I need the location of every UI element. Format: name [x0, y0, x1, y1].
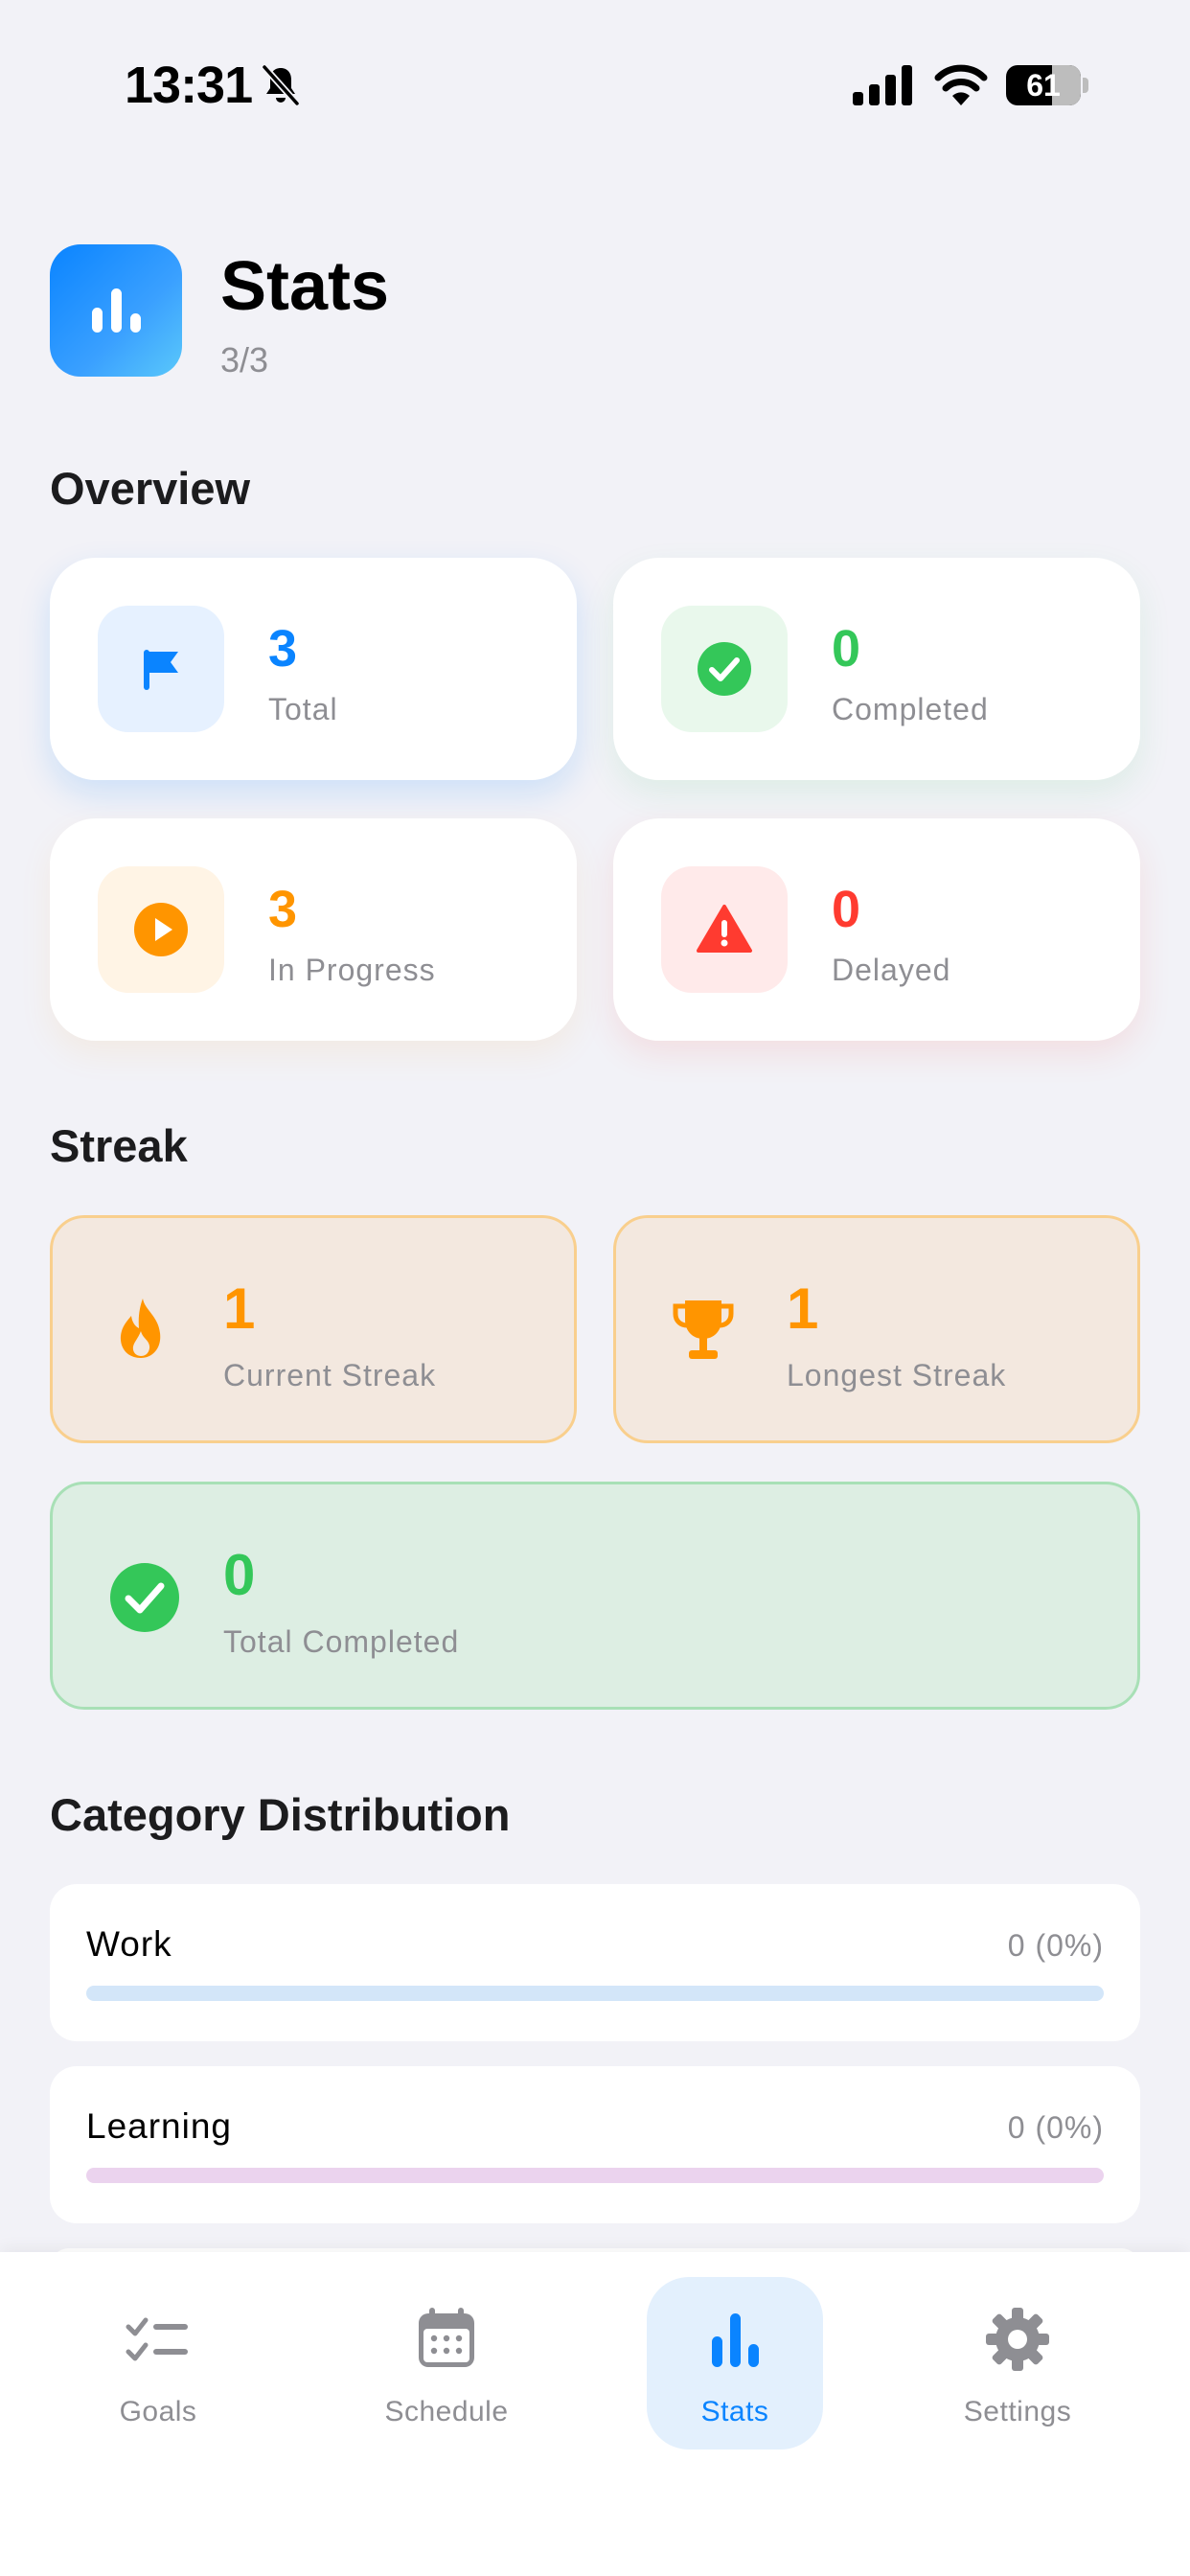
tab-goals[interactable]: Goals — [70, 2277, 246, 2450]
wifi-icon — [934, 64, 988, 105]
play-circle-icon — [134, 903, 188, 956]
flag-icon — [144, 650, 178, 690]
category-section-title: Category Distribution — [50, 1789, 511, 1840]
tab-settings[interactable]: Settings — [929, 2277, 1106, 2450]
gear-icon — [986, 2308, 1049, 2371]
category-name: Learning — [86, 2106, 233, 2146]
page-subtitle: 3/3 — [220, 340, 269, 380]
longest-streak-label: Longest Streak — [787, 1358, 1007, 1392]
calendar-icon — [419, 2308, 474, 2367]
category-row-work[interactable]: Work 0 (0%) — [50, 1884, 1140, 2041]
cellular-signal-icon — [853, 65, 912, 105]
delayed-value: 0 — [832, 881, 861, 938]
category-count: 0 (0%) — [1007, 1928, 1104, 1963]
in-progress-label: In Progress — [268, 953, 436, 987]
bar-chart-icon — [712, 2313, 759, 2367]
total-card[interactable]: 3 Total — [50, 558, 577, 780]
total-icon-badge — [98, 606, 224, 732]
tab-bar: Goals Schedule Stats Settings — [0, 2252, 1190, 2576]
completed-value: 0 — [832, 620, 861, 678]
warning-triangle-icon — [697, 905, 752, 953]
status-bar: 13:31 61 — [0, 0, 1190, 144]
total-completed-label: Total Completed — [223, 1624, 460, 1659]
category-name: Work — [86, 1924, 172, 1964]
bell-slash-icon — [262, 64, 300, 106]
trophy-icon — [673, 1300, 734, 1359]
completed-icon-badge — [661, 606, 788, 732]
battery-icon: 61 — [1006, 65, 1088, 105]
stats-app-icon — [50, 244, 182, 377]
tab-label: Schedule — [384, 2396, 509, 2427]
tab-stats[interactable]: Stats — [647, 2277, 823, 2450]
current-streak-value: 1 — [223, 1276, 256, 1341]
streak-section-title: Streak — [50, 1120, 188, 1171]
current-streak-label: Current Streak — [223, 1358, 437, 1392]
longest-streak-value: 1 — [787, 1276, 819, 1341]
checklist-icon — [126, 2317, 188, 2361]
completed-card[interactable]: 0 Completed — [613, 558, 1140, 780]
tab-label: Stats — [700, 2396, 769, 2427]
total-completed-card[interactable]: 0 Total Completed — [50, 1482, 1140, 1710]
total-label: Total — [268, 692, 338, 726]
battery-level: 61 — [1026, 68, 1061, 103]
category-row-learning[interactable]: Learning 0 (0%) — [50, 2066, 1140, 2223]
flame-icon — [120, 1299, 161, 1358]
longest-streak-card[interactable]: 1 Longest Streak — [613, 1215, 1140, 1443]
checkmark-circle-icon — [698, 642, 751, 696]
in-progress-card[interactable]: 3 In Progress — [50, 818, 577, 1041]
tab-label: Goals — [119, 2396, 197, 2427]
delayed-card[interactable]: 0 Delayed — [613, 818, 1140, 1041]
in-progress-icon-badge — [98, 866, 224, 993]
bar-chart-icon — [92, 288, 141, 333]
checkmark-circle-icon — [110, 1563, 179, 1632]
page-title: Stats — [220, 248, 390, 325]
status-time: 13:31 — [125, 57, 253, 114]
delayed-icon-badge — [661, 866, 788, 993]
in-progress-value: 3 — [268, 881, 298, 938]
current-streak-card[interactable]: 1 Current Streak — [50, 1215, 577, 1443]
overview-section-title: Overview — [50, 463, 251, 514]
tab-label: Settings — [963, 2396, 1072, 2427]
total-value: 3 — [268, 620, 298, 678]
tab-schedule[interactable]: Schedule — [358, 2277, 535, 2450]
completed-label: Completed — [832, 692, 989, 726]
category-count: 0 (0%) — [1007, 2110, 1104, 2145]
delayed-label: Delayed — [832, 953, 951, 987]
category-progress-bar — [86, 2168, 1104, 2183]
category-progress-bar — [86, 1986, 1104, 2001]
total-completed-value: 0 — [223, 1543, 256, 1607]
